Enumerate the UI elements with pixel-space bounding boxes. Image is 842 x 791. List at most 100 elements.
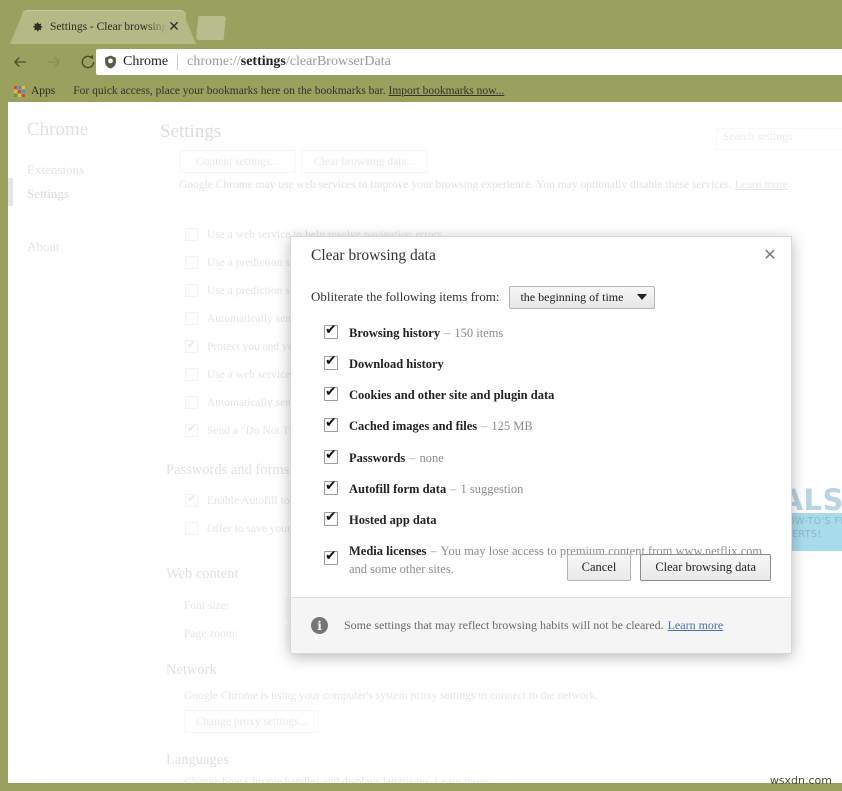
apps-grid-icon[interactable] [14, 86, 25, 97]
checklist-item-autofill[interactable]: Autofill form data–1 suggestion [311, 480, 771, 498]
checkbox-icon[interactable] [324, 481, 338, 495]
item-label: Media licenses [349, 544, 426, 558]
privacy-check-label: Automatically send [207, 397, 297, 409]
checkbox-icon[interactable] [324, 356, 338, 370]
checklist-item-browsing-history[interactable]: Browsing history–150 items [311, 324, 771, 342]
bookmarks-bar: Apps For quick access, place your bookma… [0, 80, 842, 102]
change-proxy-settings-button[interactable]: Change proxy settings... [184, 710, 319, 733]
checkbox-icon[interactable] [324, 551, 338, 565]
passwords-check-label: Offer to save your w [207, 523, 302, 535]
checklist-item-passwords[interactable]: Passwords–none [311, 449, 771, 467]
checklist-item-hosted-app-data[interactable]: Hosted app data [311, 511, 771, 529]
sidebar-scroll-marker [8, 178, 13, 206]
checkbox-icon[interactable] [185, 494, 198, 507]
new-tab-button[interactable] [196, 16, 226, 40]
privacy-check-1[interactable]: Use a prediction se [185, 256, 295, 269]
checkbox-icon[interactable] [324, 512, 338, 526]
privacy-check-3[interactable]: Automatically send [185, 312, 297, 325]
item-label: Passwords [349, 451, 405, 465]
omnibox-scheme-label: Chrome [123, 54, 168, 70]
sidebar-item-about[interactable]: About [27, 239, 60, 255]
checkbox-icon[interactable] [185, 312, 198, 325]
apps-label[interactable]: Apps [31, 85, 55, 97]
time-range-select[interactable]: the beginning of time [509, 286, 655, 309]
back-arrow-icon[interactable] [6, 48, 34, 76]
item-dash: – [409, 451, 415, 465]
checkbox-icon[interactable] [185, 340, 198, 353]
item-label: Cookies and other site and plugin data [349, 388, 554, 402]
info-icon: i [311, 617, 328, 634]
item-dash: – [450, 482, 456, 496]
privacy-check-label: Use a prediction se [207, 257, 295, 269]
checklist-item-cookies[interactable]: Cookies and other site and plugin data [311, 386, 771, 404]
clear-browsing-data-button[interactable]: Clear browsing data... [301, 150, 428, 173]
section-heading-passwords: Passwords and forms [166, 462, 289, 479]
languages-learn-more-link[interactable]: Learn more [434, 776, 487, 783]
url-host: settings [241, 54, 286, 69]
address-bar[interactable]: Chrome chrome://settings/clearBrowserDat… [96, 49, 842, 75]
privacy-check-label: Protect you and you [207, 341, 299, 353]
data-type-checklist: Browsing history–150 items Download hist… [311, 324, 771, 578]
privacy-check-label: Use a web service t [207, 369, 296, 381]
privacy-check-6[interactable]: Automatically send [185, 396, 297, 409]
search-settings-input[interactable]: Search settings [716, 128, 842, 150]
url-path: /clearBrowserData [286, 54, 391, 69]
obliterate-label: Obliterate the following items from: [311, 289, 499, 305]
content-settings-button[interactable]: Content settings... [179, 150, 296, 173]
item-dash: – [444, 326, 450, 340]
time-range-value: the beginning of time [520, 290, 623, 305]
privacy-learn-more-link[interactable]: Learn more [735, 179, 788, 191]
browser-tab-settings[interactable]: Settings - Clear browsing da ✕ [22, 10, 186, 44]
close-icon[interactable]: ✕ [759, 244, 781, 266]
checkbox-icon[interactable] [185, 284, 198, 297]
item-dash: – [481, 419, 487, 433]
checkbox-icon[interactable] [185, 396, 198, 409]
privacy-check-7[interactable]: Send a "Do Not Tra [185, 424, 298, 437]
site-credit-watermark: wsxdn.com [770, 774, 832, 787]
checkbox-icon[interactable] [185, 256, 198, 269]
sidebar-item-extensions[interactable]: Extensions [27, 162, 84, 178]
checkbox-icon[interactable] [185, 228, 198, 241]
privacy-check-label: Automatically send [207, 313, 297, 325]
footer-note: Some settings that may reflect browsing … [344, 618, 723, 633]
passwords-check-label: Enable Autofill to fi [207, 495, 299, 507]
checkbox-icon[interactable] [185, 522, 198, 535]
footer-learn-more-link[interactable]: Learn more [668, 618, 724, 632]
checkbox-icon[interactable] [324, 418, 338, 432]
checkbox-icon[interactable] [324, 450, 338, 464]
dialog-footer: i Some settings that may reflect browsin… [291, 597, 791, 653]
languages-description: Change how Chrome handles and displays l… [184, 776, 704, 783]
privacy-check-5[interactable]: Use a web service t [185, 368, 296, 381]
bookmarks-hint-text: For quick access, place your bookmarks h… [73, 85, 385, 97]
tab-strip: Settings - Clear browsing da ✕ [0, 0, 842, 44]
checkbox-icon[interactable] [324, 325, 338, 339]
privacy-paragraph-text: Google Chrome may use web services to im… [179, 179, 732, 191]
page-zoom-label: Page zoom: [184, 628, 238, 640]
close-icon[interactable]: ✕ [167, 20, 181, 34]
checklist-item-text: Hosted app data [349, 511, 445, 529]
checkbox-icon[interactable] [185, 368, 198, 381]
checklist-item-text: Cookies and other site and plugin data [349, 386, 562, 404]
time-range-row: Obliterate the following items from: the… [311, 284, 771, 310]
passwords-check-0[interactable]: Enable Autofill to fi [185, 494, 299, 507]
privacy-check-4[interactable]: Protect you and you [185, 340, 299, 353]
checklist-item-cached-images[interactable]: Cached images and files–125 MB [311, 417, 771, 435]
passwords-check-1[interactable]: Offer to save your w [185, 522, 302, 535]
privacy-check-label: Send a "Do Not Tra [207, 425, 298, 437]
dialog-body: Obliterate the following items from: the… [291, 279, 791, 591]
import-bookmarks-link[interactable]: Import bookmarks now... [388, 85, 504, 97]
url-prefix: chrome:// [187, 54, 241, 69]
item-detail: 1 suggestion [460, 482, 523, 496]
chevron-down-icon [637, 294, 647, 300]
footer-note-text: Some settings that may reflect browsing … [344, 618, 664, 632]
checklist-item-text: Download history [349, 355, 452, 373]
cancel-button[interactable]: Cancel [567, 554, 632, 581]
privacy-check-2[interactable]: Use a prediction se [185, 284, 295, 297]
checklist-item-text: Cached images and files–125 MB [349, 417, 533, 435]
sidebar-item-settings[interactable]: Settings [27, 186, 69, 202]
font-size-label: Font size: [184, 600, 229, 612]
checkbox-icon[interactable] [324, 387, 338, 401]
checklist-item-download-history[interactable]: Download history [311, 355, 771, 373]
confirm-clear-button[interactable]: Clear browsing data [640, 554, 771, 581]
checkbox-icon[interactable] [185, 424, 198, 437]
